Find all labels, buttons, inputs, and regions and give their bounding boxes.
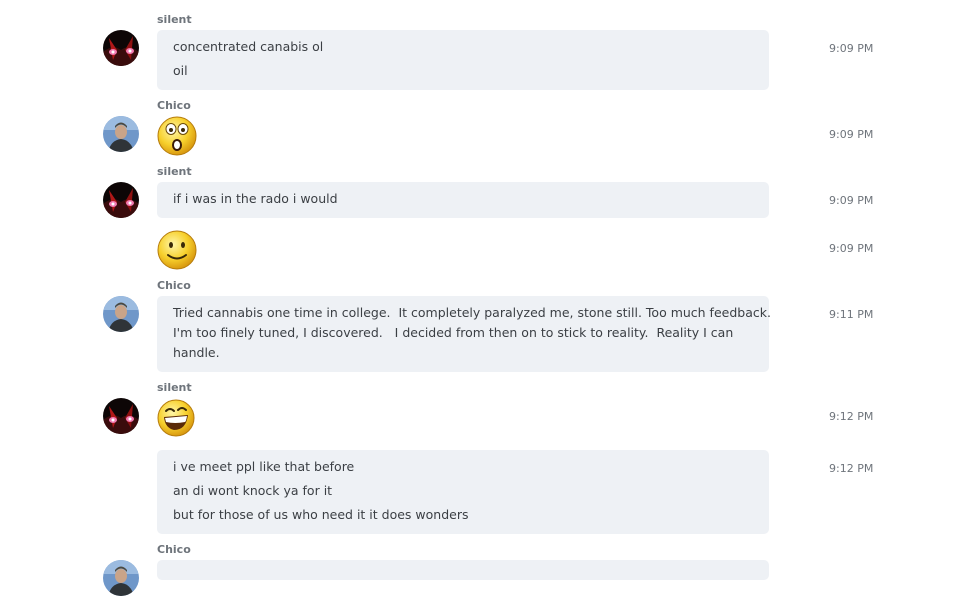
laugh-emoji [157,398,197,438]
message-text: Tried cannabis one time in college. It c… [173,305,771,320]
timestamp: 9:09 PM [829,128,874,141]
sender-name: Chico [157,543,191,556]
sender-name: Chico [157,99,191,112]
avatar-silent[interactable] [103,182,139,218]
timestamp: 9:12 PM [829,462,874,475]
avatar-chico[interactable] [103,296,139,332]
avatar-silent[interactable] [103,30,139,66]
message-text: i ve meet ppl like that before [173,459,355,474]
sender-name: Chico [157,279,191,292]
sender-name: silent [157,381,192,394]
message-text: I'm too finely tuned, I discovered. I de… [173,325,734,340]
sender-name: silent [157,13,192,26]
timestamp: 9:12 PM [829,410,874,423]
avatar-chico[interactable] [103,116,139,152]
smile-emoji [157,230,197,270]
message-bubble[interactable]: i ve meet ppl like that before an di won… [157,450,769,534]
message-bubble[interactable]: concentrated canabis ol oil [157,30,769,90]
message-text: handle. [173,345,220,360]
message-bubble[interactable]: Tried cannabis one time in college. It c… [157,296,771,372]
sender-name: silent [157,165,192,178]
message-text: concentrated canabis ol [173,39,324,54]
timestamp: 9:09 PM [829,194,874,207]
message-text: an di wont knock ya for it [173,483,333,498]
message-text: oil [173,63,188,78]
message-text: if i was in the rado i would [173,191,338,206]
avatar-silent[interactable] [103,398,139,434]
timestamp: 9:09 PM [829,42,874,55]
avatar-chico[interactable] [103,560,139,596]
timestamp: 9:09 PM [829,242,874,255]
message-bubble[interactable]: if i was in the rado i would [157,182,769,218]
timestamp: 9:11 PM [829,308,874,321]
message-text: but for those of us who need it it does … [173,507,469,522]
surprised-emoji [157,116,197,156]
message-bubble[interactable] [157,560,769,580]
